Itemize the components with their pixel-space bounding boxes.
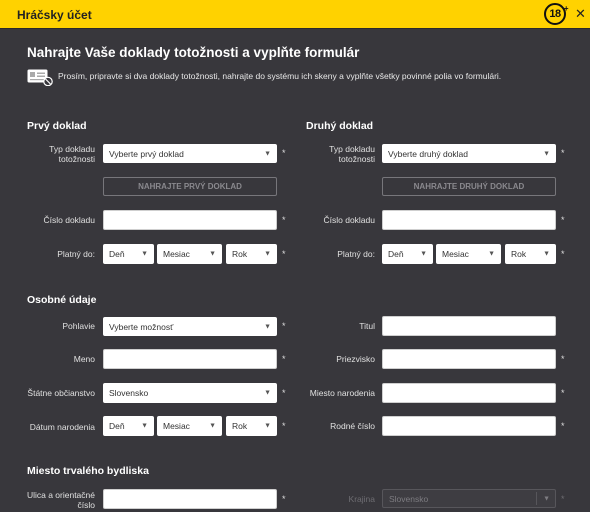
required-mark: *	[561, 494, 565, 504]
first-doc-type-value: Vyberte prvý doklad	[109, 148, 184, 159]
surname-input[interactable]	[382, 349, 556, 369]
upload-second-doc-button[interactable]: NAHRAJTE DRUHÝ DOKLAD	[382, 177, 556, 196]
first-doc-type-label: Typ dokladu totožnosti	[49, 144, 95, 164]
required-mark: *	[561, 148, 565, 158]
birthplace-label: Miesto narodenia	[309, 388, 375, 398]
second-doc-valid-month-select[interactable]: Mesiac ▼	[436, 244, 501, 264]
required-mark: *	[282, 249, 286, 259]
chevron-down-icon: ▼	[141, 422, 148, 430]
chevron-down-icon: ▼	[209, 422, 216, 430]
chevron-down-icon: ▼	[264, 150, 271, 157]
required-mark: *	[282, 321, 286, 331]
month-value: Mesiac	[163, 421, 190, 431]
age-badge-plus: +	[563, 4, 569, 13]
birthdate-year-select[interactable]: Rok ▼	[226, 416, 277, 436]
day-value: Deň	[388, 249, 404, 259]
gender-value: Vyberte možnosť	[109, 321, 174, 332]
street-label: Ulica a orientačné číslo	[26, 490, 95, 510]
birthdate-day-select[interactable]: Deň ▼	[103, 416, 154, 436]
day-value: Deň	[109, 421, 125, 431]
second-doc-valid-label: Platný do:	[337, 249, 375, 259]
birth-number-label: Rodné číslo	[330, 421, 375, 431]
chevron-down-icon: ▼	[209, 250, 216, 258]
second-doc-type-select[interactable]: Vyberte druhý doklad ▼	[382, 144, 556, 163]
select-divider	[536, 492, 537, 505]
id-card-icon	[27, 69, 53, 86]
first-doc-valid-month-select[interactable]: Mesiac ▼	[157, 244, 222, 264]
required-mark: *	[282, 215, 286, 225]
required-mark: *	[282, 388, 286, 398]
country-label: Krajina	[348, 494, 375, 504]
title-label: Titul	[359, 321, 375, 331]
info-text: Prosím, pripravte si dva doklady totožno…	[58, 71, 502, 81]
month-value: Mesiac	[163, 249, 190, 259]
chevron-down-icon: ▼	[141, 250, 148, 258]
birthplace-input[interactable]	[382, 383, 556, 403]
year-value: Rok	[232, 421, 248, 431]
second-doc-title: Druhý doklad	[306, 120, 374, 132]
required-mark: *	[282, 354, 286, 364]
country-select[interactable]: Slovensko ▼	[382, 489, 556, 508]
chevron-down-icon: ▼	[264, 389, 271, 397]
citizenship-label: Štátne občianstvo	[27, 388, 95, 398]
chevron-down-icon: ▼	[264, 250, 271, 258]
year-value: Rok	[232, 249, 248, 259]
required-mark: *	[282, 421, 286, 431]
required-mark: *	[561, 249, 565, 259]
birth-number-input[interactable]	[382, 416, 556, 436]
country-value: Slovensko	[389, 493, 429, 504]
chevron-down-icon: ▼	[420, 250, 427, 258]
birthdate-label: Dátum narodenia	[29, 422, 95, 432]
citizenship-select[interactable]: Slovensko ▼	[103, 383, 277, 403]
title-input[interactable]	[382, 316, 556, 336]
required-mark: *	[282, 494, 286, 504]
age-badge-number: 18	[549, 8, 561, 20]
required-mark: *	[561, 354, 565, 364]
chevron-down-icon: ▼	[543, 495, 550, 502]
first-doc-title: Prvý doklad	[27, 120, 87, 132]
first-doc-number-input[interactable]	[103, 210, 277, 230]
name-label: Meno	[73, 354, 95, 364]
residence-section-title: Miesto trvalého bydliska	[27, 465, 149, 477]
upload-first-doc-button[interactable]: NAHRAJTE PRVÝ DOKLAD	[103, 177, 277, 196]
name-input[interactable]	[103, 349, 277, 369]
first-doc-type-select[interactable]: Vyberte prvý doklad ▼	[103, 144, 277, 163]
required-mark: *	[561, 388, 565, 398]
year-value: Rok	[511, 249, 527, 259]
required-mark: *	[282, 148, 286, 158]
day-value: Deň	[109, 249, 125, 259]
surname-label: Priezvisko	[336, 354, 375, 364]
first-doc-valid-day-select[interactable]: Deň ▼	[103, 244, 154, 264]
birthdate-month-select[interactable]: Mesiac ▼	[157, 416, 222, 436]
second-doc-type-value: Vyberte druhý doklad	[388, 148, 469, 159]
gender-label: Pohlavie	[62, 321, 95, 331]
second-doc-number-input[interactable]	[382, 210, 556, 230]
chevron-down-icon: ▼	[543, 250, 550, 258]
chevron-down-icon: ▼	[543, 150, 550, 157]
page-title: Nahrajte Vaše doklady totožnosti a vyplň…	[27, 45, 360, 60]
citizenship-value: Slovensko	[109, 388, 149, 398]
first-doc-valid-label: Platný do:	[57, 249, 95, 259]
second-doc-type-label: Typ dokladu totožnosti	[329, 144, 375, 164]
close-icon[interactable]: ✕	[575, 7, 586, 21]
required-mark: *	[561, 421, 565, 431]
month-value: Mesiac	[442, 249, 469, 259]
header-title: Hráčsky účet	[17, 8, 92, 22]
gender-select[interactable]: Vyberte možnosť ▼	[103, 317, 277, 336]
required-mark: *	[561, 215, 565, 225]
chevron-down-icon: ▼	[264, 422, 271, 430]
personal-section-title: Osobné údaje	[27, 294, 97, 306]
second-doc-valid-year-select[interactable]: Rok ▼	[505, 244, 556, 264]
chevron-down-icon: ▼	[488, 250, 495, 258]
second-doc-number-label: Číslo dokladu	[323, 215, 375, 225]
first-doc-number-label: Číslo dokladu	[43, 215, 95, 225]
first-doc-valid-year-select[interactable]: Rok ▼	[226, 244, 277, 264]
second-doc-valid-day-select[interactable]: Deň ▼	[382, 244, 433, 264]
chevron-down-icon: ▼	[264, 323, 271, 330]
age-18-icon: 18 +	[544, 3, 569, 25]
street-input[interactable]	[103, 489, 277, 509]
header-bar: Hráčsky účet 18 + ✕	[0, 0, 590, 29]
